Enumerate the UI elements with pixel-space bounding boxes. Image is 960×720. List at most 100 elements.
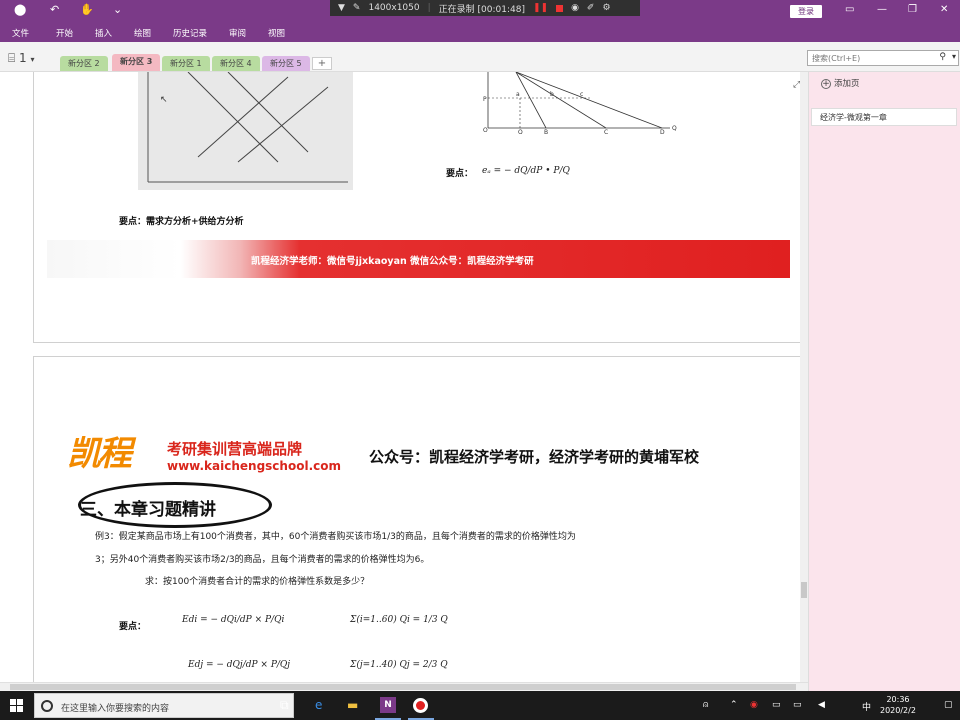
add-icon: +: [821, 79, 831, 89]
point-label: b: [550, 91, 554, 98]
recorder-status: 正在录制 [00:01:48]: [438, 4, 525, 15]
kaicheng-logo: 凯程 考研集训营高端品牌 www.kaichengschool.com: [67, 434, 341, 474]
touch-mode-icon[interactable]: ✋: [80, 3, 94, 16]
axis-label: B: [544, 129, 548, 134]
horizontal-scrollbar[interactable]: [0, 682, 808, 691]
tab-file[interactable]: 文件: [12, 27, 29, 39]
battery-icon[interactable]: ▭: [793, 700, 802, 710]
section-tab[interactable]: 新分区 1: [162, 56, 210, 71]
key-point-label: 要点：: [119, 622, 147, 632]
screen-recorder-bar: ▼ ✎ 1400x1050 | 正在录制 [00:01:48] ❚❚ ◉ ✐ ⚙: [330, 0, 640, 16]
gongzhonghao-text: 公众号：凯程经济学考研，经济学考研的黄埔军校: [369, 448, 700, 466]
title-bar: ⬤ ↶ ✋ ⌄ ▼ ✎ 1400x1050 | 正在录制 [00:01:48] …: [0, 0, 960, 22]
taskbar: 在这里输入你要搜索的内容 ⧉ e ▬ N ⍝ ⌃ ◉ ▭ ▭ ◀ 中 20:36…: [0, 691, 960, 720]
notebook-selector[interactable]: ⌸ 1 ▾: [8, 51, 35, 66]
volume-icon[interactable]: ◀: [818, 700, 825, 710]
section-tab[interactable]: 新分区 4: [212, 56, 260, 71]
tab-draw[interactable]: 绘图: [134, 27, 151, 39]
key-point-label: 要点：: [446, 169, 474, 179]
supply-demand-photo: ↖: [138, 72, 353, 190]
file-explorer-icon[interactable]: ▬: [347, 698, 358, 712]
svg-text:↖: ↖: [160, 95, 168, 105]
point-label: a: [516, 91, 520, 98]
stop-icon[interactable]: [556, 4, 564, 12]
clock[interactable]: 20:36 2020/2/2: [880, 694, 916, 716]
elasticity-graph: P O Q B C D Q a b c: [483, 72, 677, 134]
formula-sum-qj: Σ(j=1..40) Qj = 2/3 Q: [350, 660, 448, 670]
scrollbar-thumb[interactable]: [10, 684, 796, 690]
back-icon[interactable]: ⬤: [14, 3, 26, 16]
task-view-icon[interactable]: ⧉: [280, 698, 289, 713]
vertical-scrollbar[interactable]: [800, 72, 808, 682]
tray-chevron-icon[interactable]: ⌃: [730, 700, 738, 710]
example-text: 3；另外40个消费者购买该市场2/3的商品，且每个消费者的需求的价格弹性均为6。: [95, 555, 430, 565]
formula-edi: Edi = − dQi/dP × P/Qi: [182, 615, 285, 625]
page-list-item[interactable]: 经济学-微观第一章: [811, 108, 957, 126]
windows-start-icon[interactable]: [10, 699, 23, 712]
draw-icon[interactable]: ✐: [587, 3, 595, 13]
page-border: [33, 342, 800, 343]
pen-icon[interactable]: ✎: [353, 3, 361, 13]
notification-icon[interactable]: ▢: [944, 700, 953, 710]
elasticity-formula: eₐ = − dQ/dP • P/Q: [482, 166, 570, 176]
pause-icon[interactable]: ❚❚: [533, 3, 548, 13]
scrollbar-thumb[interactable]: [801, 582, 807, 598]
formula-sum-qi: Σ(i=1..60) Qi = 1/3 Q: [350, 615, 448, 625]
example-text: 例3：假定某商品市场上有100个消费者，其中，60个消费者购买该市场1/3的商品…: [95, 532, 576, 542]
onenote-icon[interactable]: N: [380, 697, 396, 713]
minimize-button[interactable]: —: [877, 4, 887, 15]
section-tab[interactable]: 新分区 5: [262, 56, 310, 71]
add-page-button[interactable]: + 添加页: [821, 77, 860, 89]
search-icon[interactable]: ⚲: [939, 52, 946, 62]
settings-icon[interactable]: ⚙: [602, 3, 610, 13]
ime-indicator[interactable]: 中: [862, 700, 871, 713]
banner-text: 凯程经济学老师：微信号jjxkaoyan 微信公众号：凯程经济学考研: [251, 256, 534, 267]
promo-banner: 凯程经济学老师：微信号jjxkaoyan 微信公众号：凯程经济学考研: [47, 240, 790, 278]
ribbon-options-icon[interactable]: ▭: [845, 4, 854, 15]
notebook-icon: ⌸: [8, 51, 20, 65]
recorder-collapse-icon[interactable]: ▼: [338, 3, 345, 13]
chevron-down-icon[interactable]: ▾: [952, 52, 956, 61]
chevron-down-icon: ▾: [30, 55, 35, 64]
add-section-button[interactable]: +: [312, 57, 332, 70]
axis-label: O: [483, 127, 488, 134]
section-tab-active[interactable]: 新分区 3: [112, 54, 161, 71]
tab-review[interactable]: 审阅: [229, 27, 246, 39]
axis-label: D: [660, 129, 665, 134]
tab-history[interactable]: 历史记录: [173, 27, 207, 39]
edge-icon[interactable]: e: [315, 698, 322, 712]
network-icon[interactable]: ▭: [772, 700, 781, 710]
tab-view[interactable]: 视图: [268, 27, 285, 39]
camera-icon[interactable]: ◉: [571, 3, 579, 13]
customize-icon[interactable]: ⌄: [113, 3, 122, 16]
key-point-demand-supply: 要点：需求方分析+供给方分析: [119, 217, 244, 227]
undo-icon[interactable]: ↶: [50, 3, 59, 16]
maximize-button[interactable]: ❐: [908, 4, 917, 15]
axis-label: P: [483, 96, 487, 103]
point-label: c: [580, 91, 583, 98]
people-icon[interactable]: ⍝: [703, 700, 708, 710]
taskbar-search-input[interactable]: 在这里输入你要搜索的内容: [34, 693, 294, 718]
question-text: 求：按100个消费者合计的需求的价格弹性系数是多少？: [145, 577, 370, 587]
section-tab[interactable]: 新分区 2: [60, 56, 108, 71]
ribbon-tabs: 文件 开始 插入 绘图 历史记录 审阅 视图: [0, 22, 960, 42]
supply-demand-graph: ↖: [138, 72, 353, 190]
page-border: [33, 356, 800, 357]
axis-label: C: [604, 129, 608, 134]
page-border: [33, 72, 34, 342]
axis-label: Q: [518, 129, 523, 134]
page-canvas[interactable]: ↖ P O Q B C D Q a b c 要点： eₐ = − dQ/dP •…: [0, 72, 808, 682]
signin-button[interactable]: 登录: [790, 5, 822, 18]
recording-tray-icon[interactable]: ◉: [750, 700, 758, 710]
page-list-panel: + 添加页 经济学-微观第一章: [808, 72, 960, 691]
tab-home[interactable]: 开始: [56, 27, 73, 39]
search-input[interactable]: 搜索(Ctrl+E) ⚲ ▾: [807, 50, 959, 66]
close-button[interactable]: ✕: [940, 4, 948, 15]
axis-label: Q: [672, 125, 677, 132]
formula-edj: Edj = − dQj/dP × P/Qj: [188, 660, 291, 670]
section-heading: 三、本章习题精讲: [80, 500, 216, 520]
recorder-resolution: 1400x1050: [368, 3, 420, 13]
recorder-app-icon[interactable]: [413, 698, 428, 713]
search-icon: [41, 700, 53, 712]
tab-insert[interactable]: 插入: [95, 27, 112, 39]
